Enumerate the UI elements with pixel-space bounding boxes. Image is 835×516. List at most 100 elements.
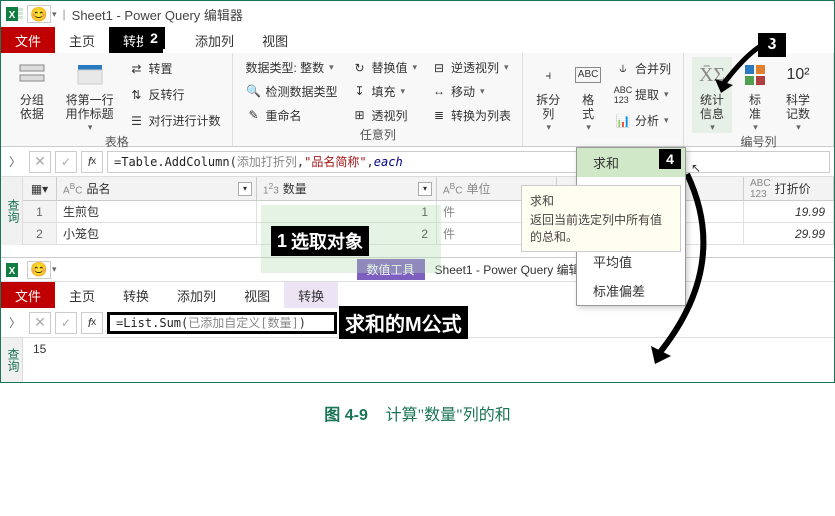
- transpose-icon: ⇄: [128, 61, 144, 77]
- tab-transform-2[interactable]: 转换: [109, 282, 163, 308]
- tab-file-2[interactable]: 文件: [1, 282, 55, 308]
- group-by-icon: [16, 59, 48, 91]
- cancel-formula-button-2[interactable]: ✕: [29, 312, 51, 334]
- unpivot-icon: ⊟: [431, 60, 447, 76]
- rename-icon: ✎: [245, 107, 261, 123]
- split-icon: ⫞: [532, 59, 564, 91]
- unpivot-button[interactable]: ⊟逆透视列▾: [427, 58, 515, 77]
- fill-button[interactable]: ↧填充▾: [347, 82, 421, 101]
- title-bar: X 😊▾ | Sheet1 - Power Query 编辑器: [1, 1, 834, 27]
- tab-view-2[interactable]: 视图: [230, 282, 284, 308]
- table-row[interactable]: 1 生煎包 1 件 19.99: [23, 201, 834, 223]
- smiley-icon[interactable]: 😊: [27, 5, 51, 23]
- fx-button[interactable]: fx: [81, 151, 103, 173]
- table-header-icon: [74, 59, 106, 91]
- count-rows-button[interactable]: ☰对行进行计数: [124, 111, 224, 130]
- rename-button[interactable]: ✎重命名: [241, 106, 341, 125]
- group-by-button[interactable]: 分组 依据: [9, 57, 55, 133]
- count-icon: ☰: [128, 113, 144, 129]
- replace-button[interactable]: ↻替换值▾: [347, 58, 421, 77]
- fx-button-2[interactable]: fx: [81, 312, 103, 334]
- table-row[interactable]: 2 小笼包 2 件 29.99: [23, 223, 834, 245]
- tab-transform[interactable]: 转换 2: [109, 27, 163, 53]
- group-label-anycol: 任意列: [241, 126, 514, 142]
- pivot-icon: ⊞: [351, 107, 367, 123]
- analyze-button[interactable]: 📊分析▾: [611, 111, 675, 130]
- cancel-formula-button[interactable]: ✕: [29, 151, 51, 173]
- svg-text:X: X: [9, 10, 16, 21]
- ten-squared-icon: 10²: [782, 59, 814, 91]
- confirm-formula-button[interactable]: ✓: [55, 151, 77, 173]
- callout-1-marker: 1选取对象: [271, 226, 369, 256]
- tooltip-sum: 求和 返回当前选定列中所有值的总和。: [521, 185, 681, 252]
- extract-button[interactable]: ABC123提取▾: [611, 85, 675, 104]
- data-type-button[interactable]: 数据类型: 整数▾: [241, 58, 341, 77]
- confirm-formula-button-2[interactable]: ✓: [55, 312, 77, 334]
- detect-icon: 🔍: [245, 83, 261, 99]
- figure-caption: 图 4-9 计算"数量"列的和: [0, 401, 835, 429]
- detect-type-button[interactable]: 🔍检测数据类型: [241, 82, 341, 101]
- analyze-icon: 📊: [615, 113, 631, 129]
- window-title: Sheet1 - Power Query 编辑器: [72, 5, 243, 24]
- data-grid: 查询 ▦▾ ABC品名▾ 123数量▾ ABC单位 ABC123打折价 1 生煎…: [1, 177, 834, 245]
- merge-cols-button[interactable]: ⫝合并列: [611, 59, 675, 78]
- move-button[interactable]: ↔移动▾: [427, 82, 515, 101]
- context-tab-label: 数值工具: [357, 259, 425, 280]
- reverse-rows-button[interactable]: ⇅反转行: [124, 85, 224, 104]
- scientific-button[interactable]: 10² 科学 记数▾: [778, 57, 818, 133]
- transpose-button[interactable]: ⇄转置: [124, 59, 224, 78]
- col-header-price[interactable]: ABC123打折价: [744, 177, 834, 200]
- to-list-button[interactable]: ≣转换为列表: [427, 106, 515, 125]
- col-header-name[interactable]: ABC品名▾: [57, 177, 257, 200]
- excel-icon: X: [5, 260, 25, 280]
- second-window: X 😊▾ 数值工具 Sheet1 - Power Query 编辑器 文件 主页…: [1, 257, 834, 382]
- cursor-icon: ↖: [691, 161, 701, 175]
- excel-icon: X: [5, 4, 25, 24]
- tab-home[interactable]: 主页: [55, 27, 109, 53]
- tab-add-column[interactable]: 添加列: [181, 27, 248, 53]
- replace-icon: ↻: [351, 60, 367, 76]
- formula-input-2[interactable]: = List.Sum(已添加自定义[数量]): [107, 312, 337, 334]
- ribbon-tabs: 文件 主页 转换 2 添加列 视图: [1, 27, 834, 53]
- filter-icon[interactable]: ▾: [418, 182, 432, 196]
- expand-query-chevron-2[interactable]: 〉: [5, 314, 25, 331]
- pivot-button[interactable]: ⊞透视列: [347, 106, 421, 125]
- query-pane-label[interactable]: 查询: [1, 177, 23, 245]
- merge-icon: ⫝: [615, 61, 631, 77]
- tab-addcol-2[interactable]: 添加列: [163, 282, 230, 308]
- filter-icon[interactable]: ▾: [238, 182, 252, 196]
- window-title-2: Sheet1 - Power Query 编辑器: [435, 261, 593, 278]
- sigma-icon: X̄Σ: [696, 59, 728, 91]
- menu-item-stdev[interactable]: 标准偏差: [577, 276, 685, 305]
- format-icon: ABC: [572, 59, 604, 91]
- table-marker-icon[interactable]: ▦▾: [23, 177, 57, 200]
- group-label-number: 编号列: [692, 133, 825, 149]
- reverse-icon: ⇅: [128, 87, 144, 103]
- tab-home-2[interactable]: 主页: [55, 282, 109, 308]
- formula-input[interactable]: = Table.AddColumn(添加打折列, "品名简称", each: [107, 151, 830, 173]
- formula-bar: 〉 ✕ ✓ fx = Table.AddColumn(添加打折列, "品名简称"…: [1, 147, 834, 177]
- list-icon: ≣: [431, 107, 447, 123]
- use-first-row-button[interactable]: 将第一行 用作标题▾: [61, 57, 119, 133]
- expand-query-chevron[interactable]: 〉: [5, 153, 25, 170]
- fill-icon: ↧: [351, 83, 367, 99]
- smiley-icon[interactable]: 😊: [27, 261, 51, 279]
- tab-view[interactable]: 视图: [248, 27, 302, 53]
- tab-ctx-transform[interactable]: 转换: [284, 282, 338, 308]
- formula-bar-2: 〉 ✕ ✓ fx = List.Sum(已添加自定义[数量]) 求和的M公式: [1, 308, 834, 338]
- menu-item-sum[interactable]: 求和 4: [577, 148, 685, 177]
- tab-file[interactable]: 文件: [1, 27, 55, 53]
- callout-3-marker: 3: [758, 33, 786, 57]
- callout-5-formula: 求和的M公式: [339, 306, 468, 339]
- col-header-qty[interactable]: 123数量▾: [257, 177, 437, 200]
- callout-2-marker: 2: [143, 27, 165, 49]
- callout-4-marker: 4: [659, 149, 681, 169]
- move-icon: ↔: [431, 83, 447, 99]
- split-col-button[interactable]: ⫞ 拆分 列▾: [531, 57, 565, 133]
- format-button[interactable]: ABC 格 式▾: [571, 57, 605, 133]
- query-pane-label-2[interactable]: 查询: [1, 338, 23, 382]
- svg-text:X: X: [9, 266, 16, 277]
- standard-button[interactable]: 标 准▾: [738, 57, 772, 133]
- statistics-button[interactable]: X̄Σ 统计 信息▾: [692, 57, 732, 133]
- calc-icon: [739, 59, 771, 91]
